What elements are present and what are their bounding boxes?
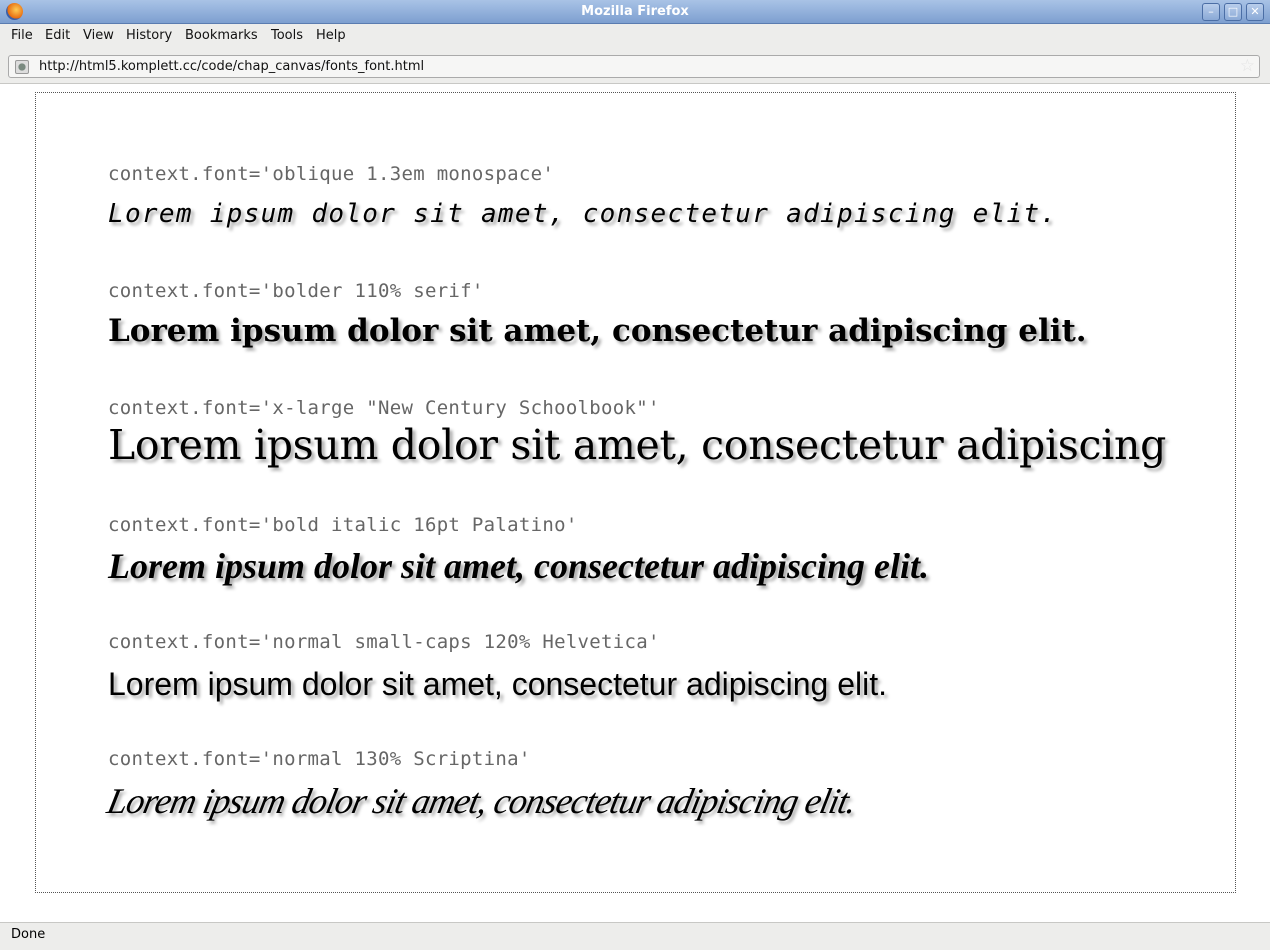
font-label: context.font='normal 130% Scriptina'	[108, 748, 531, 770]
menu-view[interactable]: View	[83, 28, 114, 43]
url-text[interactable]: http://html5.komplett.cc/code/chap_canva…	[39, 59, 424, 74]
close-icon[interactable]: ✕	[1246, 3, 1264, 21]
font-sample: Lorem ipsum dolor sit amet, consectetur …	[108, 199, 1058, 229]
bookmark-star-icon[interactable]: ☆	[1240, 56, 1255, 76]
menu-file[interactable]: File	[11, 28, 33, 43]
title-bar: Mozilla Firefox – □ ✕	[0, 0, 1270, 24]
font-label: context.font='bold italic 16pt Palatino'	[108, 514, 578, 536]
font-sample: Lorem ipsum dolor sit amet, consectetur …	[108, 666, 888, 702]
window-title: Mozilla Firefox	[581, 4, 689, 19]
font-sample: Lorem ipsum dolor sit amet, consectetur …	[108, 421, 1167, 469]
menu-help[interactable]: Help	[316, 28, 346, 43]
menu-history[interactable]: History	[126, 28, 172, 43]
status-text: Done	[11, 927, 46, 942]
font-sample: Lorem ipsum dolor sit amet, consectetur …	[108, 313, 1087, 349]
menu-tools[interactable]: Tools	[271, 28, 303, 43]
font-label: context.font='x-large "New Century Schoo…	[108, 397, 660, 419]
minimize-icon[interactable]: –	[1202, 3, 1220, 21]
font-sample: Lorem ipsum dolor sit amet, consectetur …	[108, 546, 930, 586]
font-label: context.font='bolder 110% serif'	[108, 280, 484, 302]
maximize-icon[interactable]: □	[1224, 3, 1242, 21]
navigation-bar: http://html5.komplett.cc/code/chap_canva…	[0, 50, 1270, 84]
url-bar[interactable]: http://html5.komplett.cc/code/chap_canva…	[8, 55, 1260, 78]
site-identity-icon[interactable]	[15, 60, 29, 74]
font-sample: Lorem ipsum dolor sit amet, consectetur …	[103, 781, 860, 821]
page-content: context.font='oblique 1.3em monospace' L…	[0, 84, 1270, 922]
menu-bookmarks[interactable]: Bookmarks	[185, 28, 258, 43]
canvas: context.font='oblique 1.3em monospace' L…	[35, 92, 1236, 893]
status-bar: Done	[0, 922, 1270, 950]
menu-edit[interactable]: Edit	[45, 28, 70, 43]
font-label: context.font='oblique 1.3em monospace'	[108, 163, 555, 185]
font-label: context.font='normal small-caps 120% Hel…	[108, 631, 660, 653]
menu-bar: File Edit View History Bookmarks Tools H…	[0, 24, 1270, 50]
